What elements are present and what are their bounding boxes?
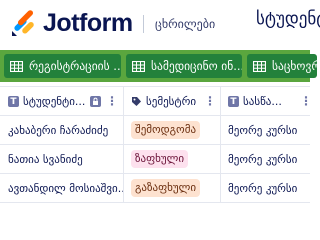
cell-course[interactable]: მეორე კურსი xyxy=(228,116,310,144)
column-menu-icon[interactable]: ⋮ xyxy=(300,95,312,107)
cell-course[interactable]: მეორე კურსი xyxy=(228,145,310,173)
semester-badge: გაზაფხული xyxy=(131,179,201,197)
grid-table-icon xyxy=(10,60,23,72)
jotform-logo[interactable]: Jotform xyxy=(10,8,133,38)
data-table: T სტუდენტი... ⋮ სემესტრი ⋮ T სასწა... ⋮ … xyxy=(0,86,312,203)
cell-semester[interactable]: შემოდგომა xyxy=(131,116,221,144)
column-label: სემესტრი xyxy=(146,95,197,108)
cell-semester[interactable]: გაზაფხული xyxy=(131,174,221,202)
column-label: სასწა... xyxy=(243,95,282,108)
tab-label: სამედიცინო ინ... xyxy=(151,59,242,73)
app-header: Jotform ცხრილები სტუდენტ xyxy=(0,0,320,50)
column-header-semester[interactable]: სემესტრი xyxy=(131,87,211,116)
column-divider[interactable] xyxy=(123,86,124,202)
table-row[interactable]: კახაბერი ჩარაძიძე შემოდგომა მეორე კურსი xyxy=(0,116,310,145)
tab-label: საცხოვრ xyxy=(272,59,317,73)
table-header: T სტუდენტი... ⋮ სემესტრი ⋮ T სასწა... ⋮ xyxy=(0,86,312,116)
cell-course[interactable]: მეორე კურსი xyxy=(228,174,310,202)
column-menu-icon[interactable]: ⋮ xyxy=(204,95,216,107)
tab-bar: რეგისტრაციის ... სამედიცინო ინ... საცხოვ… xyxy=(0,50,317,82)
jotform-logo-icon xyxy=(12,10,34,36)
semester-badge: ზაფხული xyxy=(131,150,189,168)
column-divider[interactable] xyxy=(220,86,221,202)
grid-table-icon xyxy=(132,60,145,72)
column-menu-icon[interactable]: ⋮ xyxy=(106,95,118,107)
semester-badge: შემოდგომა xyxy=(131,121,201,139)
lock-icon xyxy=(90,96,101,107)
column-label: სტუდენტი... xyxy=(23,95,86,108)
text-type-icon: T xyxy=(228,96,239,107)
column-header-course[interactable]: T სასწა... xyxy=(228,87,310,116)
cell-student[interactable]: ავთანდილ მოსიაშვი... xyxy=(8,174,123,202)
cell-student[interactable]: ნათია სვანიძე xyxy=(8,145,123,173)
page-title[interactable]: სტუდენტ xyxy=(256,8,320,30)
cell-student[interactable]: კახაბერი ჩარაძიძე xyxy=(8,116,123,144)
tag-type-icon xyxy=(132,97,141,106)
table-row[interactable]: ავთანდილ მოსიაშვი... გაზაფხული მეორე კურ… xyxy=(0,174,310,203)
text-type-icon: T xyxy=(8,96,19,107)
tab-registration[interactable]: რეგისტრაციის ... xyxy=(4,54,121,78)
cell-semester[interactable]: ზაფხული xyxy=(131,145,221,173)
grid-table-icon xyxy=(253,60,266,72)
table-row[interactable]: ნათია სვანიძე ზაფხული მეორე კურსი xyxy=(0,145,310,174)
column-header-student[interactable]: T სტუდენტი... xyxy=(8,87,98,116)
header-divider xyxy=(143,15,144,33)
product-subtitle: ცხრილები xyxy=(155,17,216,31)
logo-text: Jotform xyxy=(43,9,133,37)
tab-medical[interactable]: სამედიცინო ინ... xyxy=(126,54,242,78)
tab-label: რეგისტრაციის ... xyxy=(29,59,121,73)
tab-housing[interactable]: საცხოვრ xyxy=(247,54,317,78)
